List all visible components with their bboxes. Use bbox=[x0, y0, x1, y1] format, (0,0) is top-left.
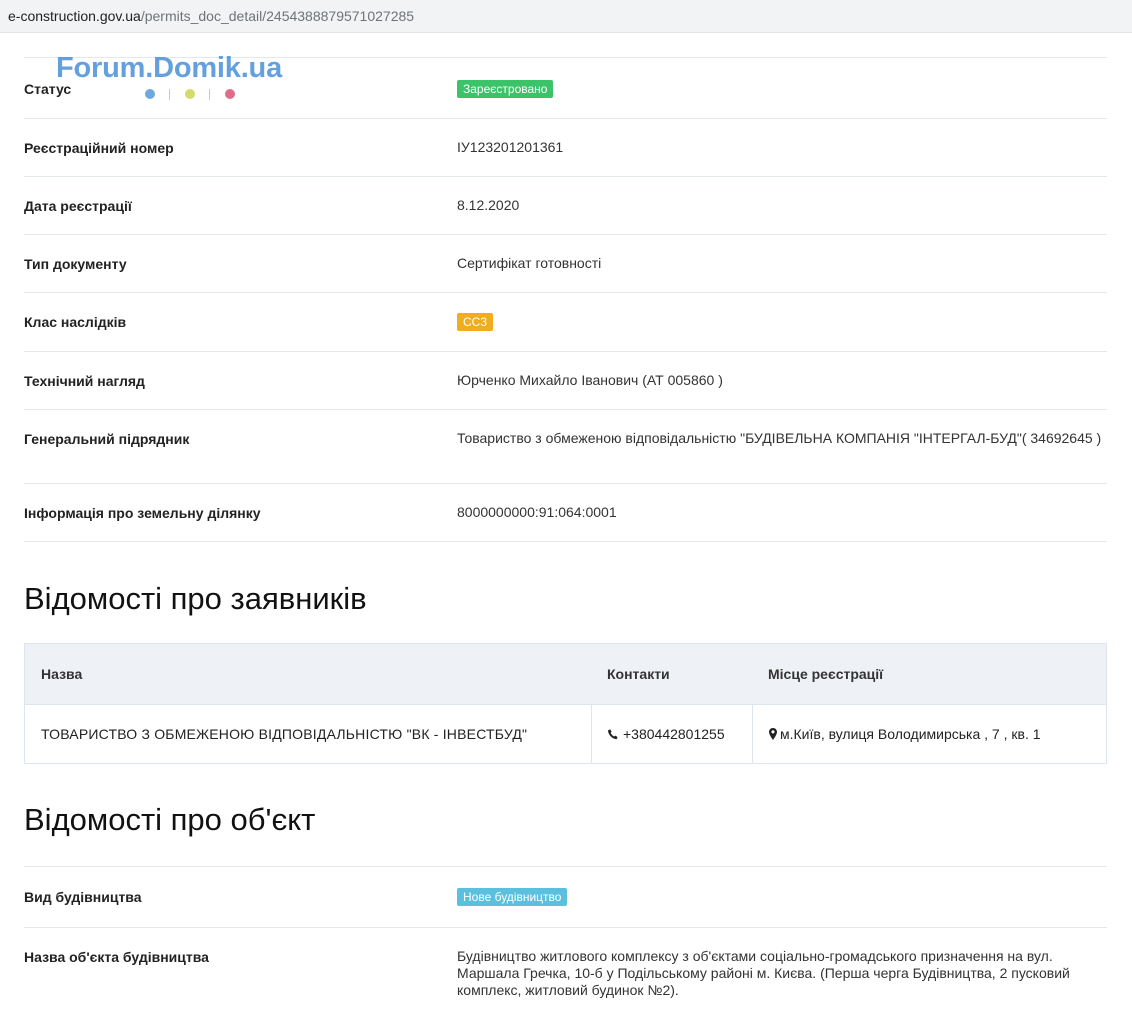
status-badge: Зареєстровано bbox=[457, 80, 554, 98]
applicant-contacts: +380442801255 bbox=[591, 705, 752, 763]
watermark-dot-pink bbox=[225, 89, 235, 99]
watermark-text: Forum.Domik.ua bbox=[56, 52, 282, 84]
detail-row-general-contractor: Генеральний підрядник Товариство з обмеж… bbox=[24, 409, 1107, 483]
detail-row-registration-number: Реєстраційний номер ІУ123201201361 bbox=[24, 118, 1107, 176]
applicant-name: ТОВАРИСТВО З ОБМЕЖЕНОЮ ВІДПОВІДАЛЬНІСТЮ … bbox=[41, 726, 528, 742]
detail-label: Генеральний підрядник bbox=[24, 431, 190, 447]
watermark-separator bbox=[209, 89, 210, 100]
url-host: e-construction.gov.ua bbox=[8, 8, 141, 24]
detail-row-registration-date: Дата реєстрації 8.12.2020 bbox=[24, 176, 1107, 234]
applicants-table-header: Назва Контакти Місце реєстрації bbox=[25, 644, 1106, 704]
detail-label: Технічний нагляд bbox=[24, 373, 145, 389]
detail-label: Інформація про земельну ділянку bbox=[24, 505, 261, 521]
address-bar[interactable]: e-construction.gov.ua/permits_doc_detail… bbox=[0, 0, 1132, 33]
column-header-registration-place: Місце реєстрації bbox=[768, 666, 884, 682]
detail-row-construction-type: Вид будівництва Нове будівництво bbox=[24, 866, 1107, 927]
detail-value: 8.12.2020 bbox=[457, 197, 520, 213]
detail-value: Будівництво житлового комплексу з об'єкт… bbox=[457, 948, 1070, 998]
column-header-name: Назва bbox=[41, 666, 83, 682]
detail-value: Зареєстровано bbox=[457, 80, 1107, 98]
url-path: /permits_doc_detail/2454388879571027285 bbox=[140, 8, 415, 24]
applicant-address-text: м.Київ, вулиця Володимирська , 7 , кв. 1 bbox=[780, 726, 1041, 742]
applicant-phone: +380442801255 bbox=[623, 726, 725, 742]
detail-label: Клас наслідків bbox=[24, 314, 127, 330]
applicants-heading: Відомості про заявників bbox=[24, 581, 367, 616]
url-text[interactable]: e-construction.gov.ua/permits_doc_detail… bbox=[8, 7, 414, 25]
watermark-separator bbox=[169, 89, 170, 100]
detail-value: СС3 bbox=[457, 313, 1107, 331]
class-badge: СС3 bbox=[457, 313, 494, 331]
applicants-table: Назва Контакти Місце реєстрації ТОВАРИСТ… bbox=[24, 643, 1107, 764]
column-header-contacts: Контакти bbox=[607, 666, 670, 682]
detail-value: Товариство з обмеженою відповідальністю … bbox=[457, 430, 1102, 446]
detail-value: Сертифікат готовності bbox=[457, 255, 602, 271]
detail-label: Тип документу bbox=[24, 256, 127, 272]
phone-icon bbox=[608, 728, 618, 739]
detail-label: Назва об'єкта будівництва bbox=[24, 949, 209, 965]
construction-type-badge: Нове будівництво bbox=[457, 888, 568, 906]
detail-value: 8000000000:91:064:0001 bbox=[457, 504, 617, 520]
watermark-dot-yellow bbox=[185, 89, 195, 99]
applicant-address: м.Київ, вулиця Володимирська , 7 , кв. 1 bbox=[752, 705, 1106, 763]
detail-value: Юрченко Михайло Іванович (АТ 005860 ) bbox=[457, 372, 723, 388]
detail-label: Реєстраційний номер bbox=[24, 140, 174, 156]
forum-domik-watermark-logo: Forum.Domik.ua bbox=[56, 52, 326, 102]
table-row: ТОВАРИСТВО З ОБМЕЖЕНОЮ ВІДПОВІДАЛЬНІСТЮ … bbox=[25, 704, 1106, 763]
detail-row-object-name: Назва об'єкта будівництва Будівництво жи… bbox=[24, 927, 1107, 1010]
detail-row-technical-supervision: Технічний нагляд Юрченко Михайло Іванови… bbox=[24, 351, 1107, 409]
object-heading: Відомості про об'єкт bbox=[24, 802, 316, 837]
map-marker-icon bbox=[769, 728, 777, 740]
detail-label: Дата реєстрації bbox=[24, 198, 132, 214]
detail-row-document-type: Тип документу Сертифікат готовності bbox=[24, 234, 1107, 292]
detail-label: Вид будівництва bbox=[24, 889, 142, 905]
watermark-dot-blue bbox=[145, 89, 155, 99]
detail-value: ІУ123201201361 bbox=[457, 139, 564, 155]
detail-row-land-plot: Інформація про земельну ділянку 80000000… bbox=[24, 483, 1107, 542]
detail-value: Нове будівництво bbox=[457, 888, 1107, 906]
detail-row-consequence-class: Клас наслідків СС3 bbox=[24, 292, 1107, 351]
